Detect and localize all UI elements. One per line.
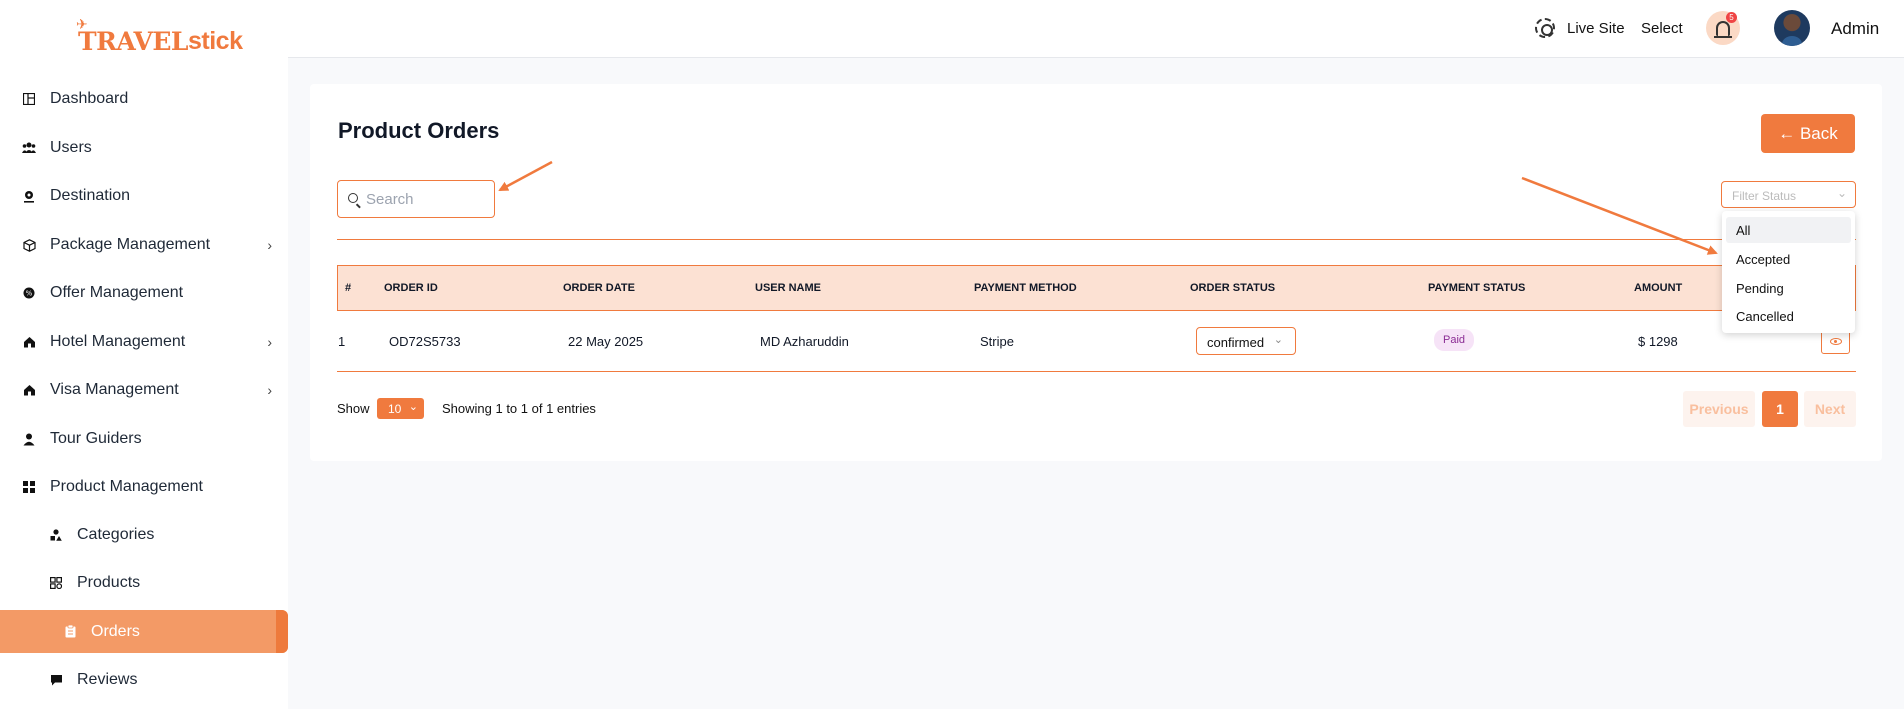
notification-badge: 5 (1726, 12, 1737, 23)
table-header: # ORDER ID ORDER DATE USER NAME PAYMENT … (337, 265, 1856, 311)
filter-option-pending[interactable]: Pending (1726, 275, 1851, 301)
chevron-right-icon: › (267, 334, 272, 350)
sidebar-item-label: Users (50, 139, 92, 156)
column-order-date: ORDER DATE (563, 282, 635, 294)
sidebar-item-label: Orders (91, 622, 140, 640)
filter-option-accepted[interactable]: Accepted (1726, 246, 1851, 272)
live-site-icon (1535, 18, 1555, 38)
plane-icon: ✈ (76, 16, 88, 32)
dashboard-icon (22, 92, 36, 106)
filter-status-select[interactable]: Filter Status ⌄ (1721, 181, 1856, 208)
column-amount: AMOUNT (1634, 282, 1683, 294)
sidebar-item-destination[interactable]: Destination (0, 176, 288, 216)
sidebar-item-label: Tour Guiders (50, 430, 142, 447)
search-icon (348, 193, 358, 203)
sidebar-subitem-orders[interactable]: Orders (0, 610, 288, 653)
sidebar-item-label: Reviews (77, 671, 138, 688)
order-status-value: confirmed (1207, 335, 1265, 350)
cell-index: 1 (338, 334, 346, 349)
page-size-value: 10 (388, 402, 402, 416)
language-select[interactable]: Select (1641, 20, 1683, 37)
divider (337, 239, 1856, 240)
chevron-right-icon: › (267, 382, 272, 398)
package-icon (22, 238, 36, 252)
show-label: Show (337, 401, 370, 416)
eye-icon (1829, 338, 1842, 345)
chevron-down-icon: ⌄ (1836, 186, 1847, 200)
filter-status-dropdown: All Accepted Pending Cancelled (1722, 211, 1855, 333)
svg-text:%: % (26, 290, 33, 298)
entries-info: Showing 1 to 1 of 1 entries (442, 401, 596, 416)
cell-user-name: MD Azharuddin (760, 334, 849, 349)
sidebar-item-product-management[interactable]: Product Management (0, 467, 288, 507)
sidebar-item-visa-management[interactable]: Visa Management › (0, 370, 288, 410)
cell-payment-method: Stripe (980, 334, 1014, 349)
location-pin-icon (22, 189, 36, 203)
visa-icon (22, 383, 36, 397)
sidebar-item-label: Visa Management (50, 381, 179, 398)
cell-order-date: 22 May 2025 (568, 334, 644, 349)
chevron-down-icon: ⌄ (1273, 334, 1283, 346)
column-index: # (345, 282, 352, 294)
back-button[interactable]: ← Back (1761, 114, 1855, 153)
sidebar-item-tour-guiders[interactable]: Tour Guiders (0, 419, 288, 459)
cell-order-id: OD72S5733 (389, 334, 461, 349)
brand-part1: TRAVEL (78, 27, 189, 56)
column-payment-method: PAYMENT METHOD (974, 282, 1077, 294)
chevron-right-icon: › (267, 237, 272, 253)
offer-icon: % (22, 286, 36, 300)
sidebar: ✈ TRAVEL stick Dashboard Users Destinatio… (0, 0, 288, 709)
search-input[interactable] (366, 189, 486, 209)
clipboard-icon (63, 625, 77, 639)
filter-option-cancelled[interactable]: Cancelled (1726, 303, 1851, 329)
sidebar-item-label: Categories (77, 526, 155, 543)
column-order-status: ORDER STATUS (1190, 282, 1276, 294)
filter-status-placeholder: Filter Status (1732, 189, 1797, 203)
column-payment-status: PAYMENT STATUS (1428, 282, 1526, 294)
sidebar-item-hotel-management[interactable]: Hotel Management › (0, 322, 288, 362)
live-site-label: Live Site (1567, 19, 1625, 37)
sidebar-item-dashboard[interactable]: Dashboard (0, 79, 288, 119)
column-user-name: USER NAME (755, 282, 822, 294)
chevron-down-icon: ⌄ (408, 401, 418, 413)
sidebar-item-label: Offer Management (50, 284, 184, 301)
brand-part2: stick (188, 27, 243, 55)
order-status-select[interactable]: confirmed ⌄ (1196, 327, 1296, 355)
pagination-next[interactable]: Next (1804, 391, 1856, 427)
avatar[interactable] (1774, 10, 1810, 46)
brand-logo[interactable]: ✈ TRAVEL stick (76, 16, 243, 56)
payment-status-badge: Paid (1434, 329, 1475, 351)
sidebar-item-users[interactable]: Users (0, 128, 288, 168)
page-title: Product Orders (338, 118, 500, 143)
page-size-select[interactable]: 10 ⌄ (377, 398, 424, 419)
sidebar-subitem-reviews[interactable]: Reviews (0, 660, 288, 700)
comment-icon (49, 673, 63, 687)
pagination-page-1[interactable]: 1 (1762, 391, 1798, 427)
sidebar-item-package-management[interactable]: Package Management › (0, 225, 288, 265)
column-order-id: ORDER ID (384, 282, 438, 294)
filter-option-all[interactable]: All (1726, 217, 1851, 243)
live-site-link[interactable]: Live Site (1535, 18, 1625, 38)
products-icon (49, 576, 63, 590)
sidebar-item-label: Dashboard (50, 90, 129, 107)
hotel-icon (22, 335, 36, 349)
sidebar-item-label: Hotel Management (50, 333, 186, 350)
guide-icon (22, 432, 36, 446)
sidebar-item-label: Destination (50, 187, 131, 204)
sidebar-item-label: Package Management (50, 236, 211, 253)
bell-icon (1714, 20, 1732, 38)
sidebar-item-label: Products (77, 574, 141, 591)
users-icon (22, 141, 36, 155)
user-name[interactable]: Admin (1831, 19, 1879, 39)
sidebar-item-offer-management[interactable]: % Offer Management (0, 273, 288, 313)
grid-icon (22, 480, 36, 494)
search-box[interactable] (337, 180, 495, 218)
sidebar-subitem-categories[interactable]: Categories (0, 515, 288, 555)
shapes-icon (49, 528, 63, 542)
pagination-previous[interactable]: Previous (1683, 391, 1755, 427)
cell-amount: $ 1298 (1638, 334, 1678, 349)
sidebar-subitem-products[interactable]: Products (0, 563, 288, 603)
sidebar-item-label: Product Management (50, 478, 203, 495)
table-row: 1 OD72S5733 22 May 2025 MD Azharuddin St… (337, 312, 1856, 372)
